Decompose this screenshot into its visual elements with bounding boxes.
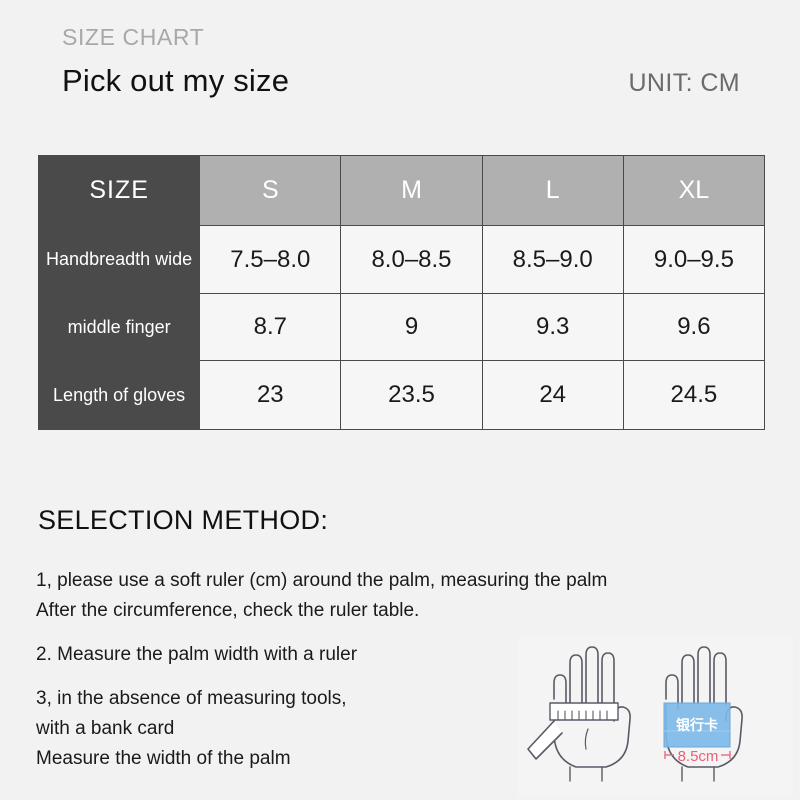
- row-label-line2: wide: [155, 249, 193, 270]
- cell-middle-finger-s: 8.7: [199, 293, 342, 361]
- column-header-l: L: [481, 155, 624, 226]
- row-label-handbreadth: Handbreadth wide: [37, 225, 201, 294]
- page-header: SIZE CHART Pick out my size UNIT: CM: [62, 24, 760, 99]
- size-chart-table: SIZE S M L XL Handbreadth wide 7.5–8.0 8…: [37, 155, 766, 430]
- table-corner-label: SIZE: [37, 155, 201, 226]
- row-label-length-of-gloves: Length of gloves: [37, 360, 201, 430]
- measurement-illustration: 银行卡 8.5cm: [518, 637, 793, 797]
- row-label-line1: Length of: [53, 384, 129, 405]
- cell-handbreadth-xl: 9.0–9.5: [622, 225, 766, 294]
- cell-handbreadth-l: 8.5–9.0: [481, 225, 624, 294]
- row-label-line2: gloves: [133, 384, 186, 405]
- step-line: After the circumference, check the ruler…: [36, 600, 420, 621]
- cell-handbreadth-s: 7.5–8.0: [199, 225, 342, 294]
- cell-length-l: 24: [481, 360, 624, 430]
- row-label-line1: middle finger: [67, 316, 171, 337]
- table-row: Length of gloves 23 23.5 24 24.5: [37, 360, 766, 430]
- selection-step-1: 1, please use a soft ruler (cm) around t…: [36, 566, 766, 626]
- step-line: 1, please use a soft ruler (cm) around t…: [36, 570, 608, 591]
- cell-middle-finger-l: 9.3: [481, 293, 624, 361]
- cell-length-m: 23.5: [340, 360, 483, 430]
- title-row: Pick out my size UNIT: CM: [62, 62, 760, 99]
- row-label-middle-finger: middle finger: [37, 293, 201, 361]
- cell-handbreadth-m: 8.0–8.5: [340, 225, 483, 294]
- column-header-xl: XL: [622, 155, 766, 226]
- table-row: Handbreadth wide 7.5–8.0 8.0–8.5 8.5–9.0…: [37, 225, 766, 294]
- eyebrow-label: SIZE CHART: [62, 24, 205, 50]
- table-row: middle finger 8.7 9 9.3 9.6: [37, 293, 766, 361]
- cell-length-xl: 24.5: [622, 360, 766, 430]
- card-measurement-label: 8.5cm: [678, 748, 719, 765]
- bank-card-label: 银行卡: [676, 717, 718, 734]
- table-header-row: SIZE S M L XL: [37, 155, 766, 226]
- cell-middle-finger-m: 9: [340, 293, 483, 361]
- cell-middle-finger-xl: 9.6: [622, 293, 766, 361]
- hand-with-ruler-icon: [527, 646, 631, 782]
- column-header-m: M: [340, 155, 483, 226]
- unit-label: UNIT: CM: [628, 68, 740, 97]
- row-label-line1: Handbreadth: [46, 249, 151, 270]
- page-title: Pick out my size: [62, 62, 290, 98]
- cell-length-s: 23: [199, 360, 342, 430]
- column-header-s: S: [199, 155, 342, 226]
- selection-method-heading: SELECTION METHOD:: [38, 505, 329, 535]
